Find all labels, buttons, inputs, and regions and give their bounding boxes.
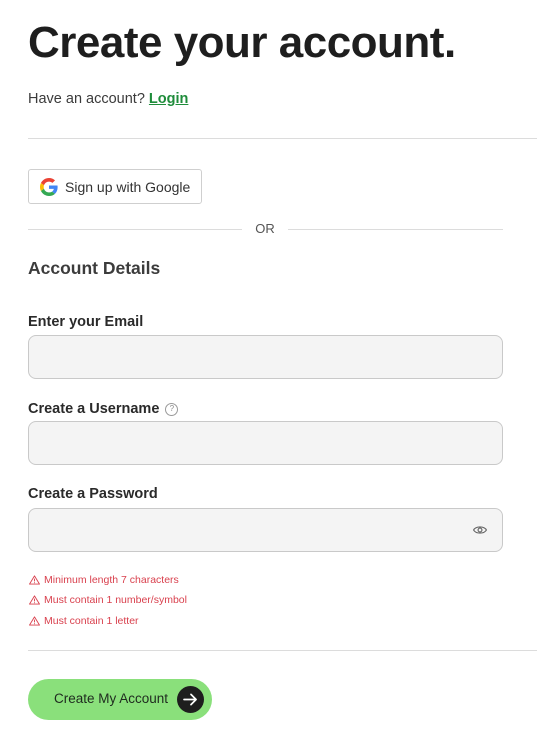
email-label-text: Enter your Email bbox=[28, 314, 144, 330]
header-divider bbox=[28, 138, 537, 139]
create-account-button[interactable]: Create My Account bbox=[28, 679, 212, 720]
password-input[interactable] bbox=[28, 508, 503, 552]
validation-rule: Must contain 1 number/symbol bbox=[29, 594, 187, 606]
email-input[interactable] bbox=[28, 335, 503, 379]
create-account-label: Create My Account bbox=[54, 691, 169, 706]
have-account-row: Have an account? Login bbox=[28, 91, 188, 107]
validation-rule-text: Must contain 1 number/symbol bbox=[44, 594, 187, 606]
warning-triangle-icon bbox=[29, 595, 40, 605]
eye-icon[interactable] bbox=[473, 524, 487, 536]
warning-triangle-icon bbox=[29, 575, 40, 585]
have-account-text: Have an account? bbox=[28, 91, 145, 107]
username-label-text: Create a Username bbox=[28, 401, 160, 417]
google-g-icon bbox=[40, 177, 58, 196]
account-details-heading: Account Details bbox=[28, 258, 161, 278]
email-label: Enter your Email bbox=[28, 314, 143, 330]
google-signup-label: Sign up with Google bbox=[65, 178, 191, 195]
validation-rule-text: Minimum length 7 characters bbox=[44, 574, 179, 586]
warning-triangle-icon bbox=[29, 616, 40, 626]
or-separator: OR bbox=[28, 220, 503, 238]
username-label: Create a Username ? bbox=[28, 401, 179, 417]
or-text: OR bbox=[255, 221, 275, 236]
login-link[interactable]: Login bbox=[149, 91, 188, 107]
validation-rule: Must contain 1 letter bbox=[29, 615, 139, 627]
password-label-text: Create a Password bbox=[28, 486, 158, 502]
password-label: Create a Password bbox=[28, 486, 158, 502]
page-title: Create your account. bbox=[28, 18, 456, 67]
separator-line-left bbox=[28, 229, 242, 230]
form-footer-divider bbox=[28, 650, 537, 651]
username-input[interactable] bbox=[28, 421, 503, 465]
validation-rule: Minimum length 7 characters bbox=[29, 574, 179, 586]
separator-line-right bbox=[288, 229, 503, 230]
google-signup-button[interactable]: Sign up with Google bbox=[28, 169, 202, 204]
question-circle-icon[interactable]: ? bbox=[165, 402, 179, 416]
arrow-right-icon bbox=[177, 686, 204, 713]
validation-rule-text: Must contain 1 letter bbox=[44, 615, 139, 627]
